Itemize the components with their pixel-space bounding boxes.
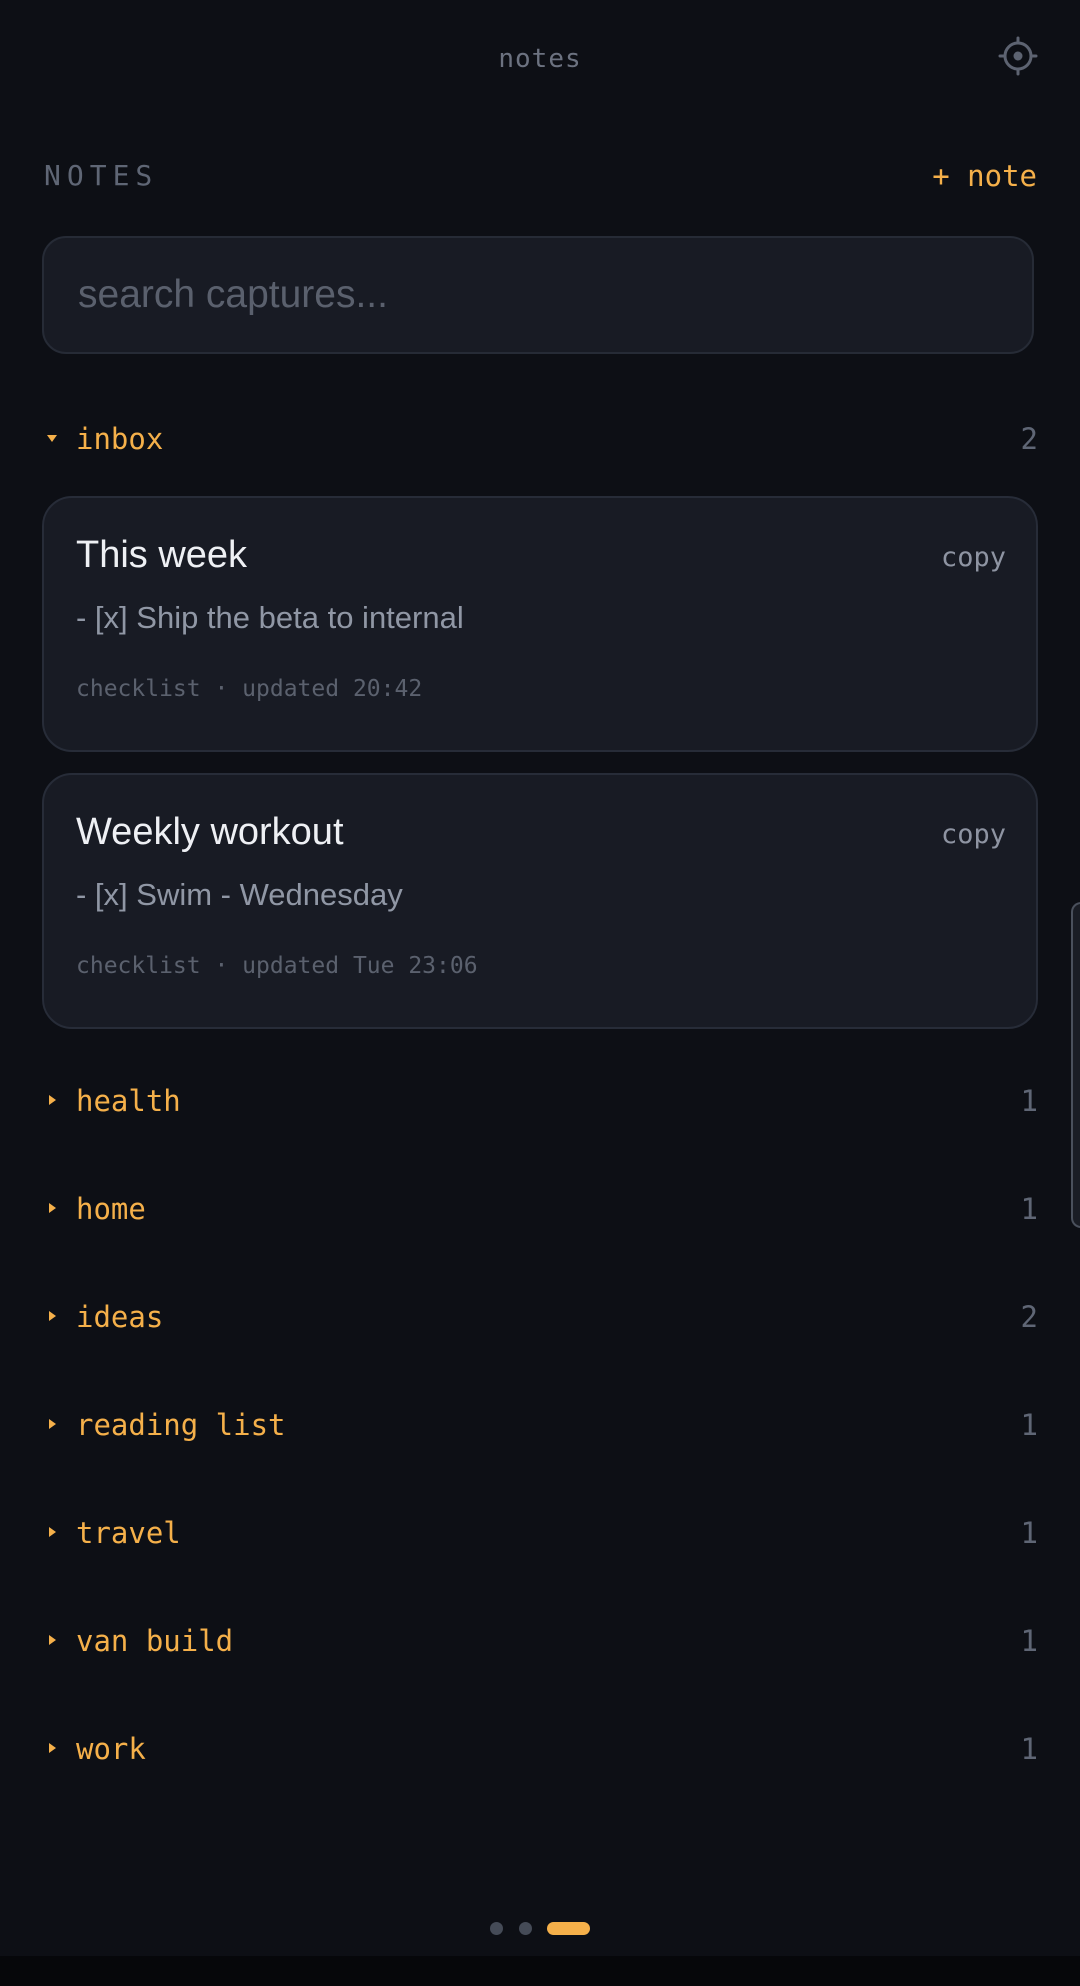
note-title: Weekly workout	[76, 811, 344, 853]
page-dot-active[interactable]	[547, 1922, 590, 1935]
group-count: 2	[1020, 422, 1038, 456]
page-dot[interactable]	[490, 1922, 503, 1935]
note-card[interactable]: This week copy - [x] Ship the beta to in…	[42, 496, 1038, 752]
group-name: reading list	[76, 1408, 286, 1442]
caret-right-icon	[49, 1419, 56, 1429]
page-dot[interactable]	[519, 1922, 532, 1935]
page-indicator	[0, 1918, 1080, 1938]
group-name: inbox	[76, 422, 164, 456]
group-count: 1	[1020, 1624, 1038, 1658]
gear-icon	[998, 36, 1038, 76]
note-preview: - [x] Ship the beta to internal	[76, 600, 464, 635]
note-preview: - [x] Swim - Wednesday	[76, 877, 403, 912]
note-card[interactable]: Weekly workout copy - [x] Swim - Wednesd…	[42, 773, 1038, 1029]
group-row-van-build[interactable]: van build 1	[0, 1614, 1080, 1674]
caret-right-icon	[49, 1311, 56, 1321]
group-row-reading-list[interactable]: reading list 1	[0, 1398, 1080, 1458]
group-row-work[interactable]: work 1	[0, 1722, 1080, 1782]
caret-right-icon	[49, 1203, 56, 1213]
scroll-handle[interactable]	[1071, 902, 1080, 1228]
group-row-health[interactable]: health 1	[0, 1074, 1080, 1134]
group-name: ideas	[76, 1300, 164, 1334]
search-box	[42, 236, 1034, 354]
group-name: travel	[76, 1516, 181, 1550]
group-count: 1	[1020, 1516, 1038, 1550]
caret-right-icon	[49, 1527, 56, 1537]
group-name: work	[76, 1732, 146, 1766]
group-count: 1	[1020, 1408, 1038, 1442]
note-meta: checklist · updated Tue 23:06	[76, 953, 478, 979]
group-name: home	[76, 1192, 146, 1226]
section-title: NOTES	[44, 159, 159, 192]
group-count: 1	[1020, 1732, 1038, 1766]
group-row-home[interactable]: home 1	[0, 1182, 1080, 1242]
group-row-travel[interactable]: travel 1	[0, 1506, 1080, 1566]
new-note-button[interactable]: + note	[932, 159, 1037, 193]
group-count: 1	[1020, 1084, 1038, 1118]
caret-right-icon	[49, 1635, 56, 1645]
group-name: health	[76, 1084, 181, 1118]
copy-button[interactable]: copy	[941, 542, 1006, 573]
copy-button[interactable]: copy	[941, 819, 1006, 850]
caret-down-icon	[47, 435, 57, 442]
group-name: van build	[76, 1624, 234, 1658]
search-input[interactable]	[44, 238, 1032, 352]
system-navigation-bar	[0, 1956, 1080, 1986]
group-count: 1	[1020, 1192, 1038, 1226]
note-title: This week	[76, 534, 248, 576]
caret-right-icon	[49, 1095, 56, 1105]
note-meta: checklist · updated 20:42	[76, 676, 423, 702]
notes-section-header: NOTES + note	[0, 155, 1080, 199]
top-bar: notes	[0, 0, 1080, 124]
group-row-ideas[interactable]: ideas 2	[0, 1290, 1080, 1350]
group-count: 2	[1020, 1300, 1038, 1334]
settings-button[interactable]	[998, 36, 1038, 76]
group-row-inbox[interactable]: inbox 2	[0, 412, 1080, 472]
caret-right-icon	[49, 1743, 56, 1753]
app-title: notes	[498, 44, 582, 74]
